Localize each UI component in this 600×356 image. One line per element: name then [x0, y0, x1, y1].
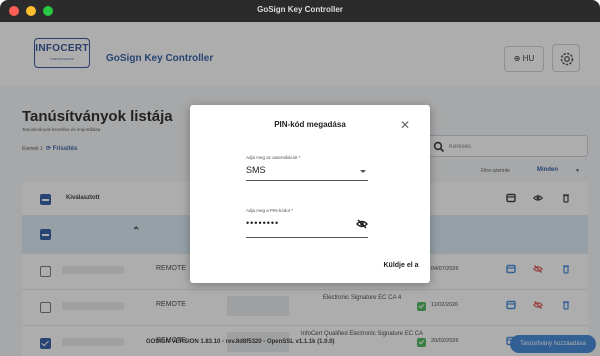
- pin-field-label: Adja meg a PIN-kódot *: [246, 208, 294, 213]
- auth-method-label: Adja meg az autentikációt *: [246, 155, 301, 160]
- eye-off-icon[interactable]: [356, 218, 368, 230]
- pin-input-underline: [246, 237, 368, 238]
- close-icon[interactable]: ✕: [400, 119, 410, 131]
- pin-input[interactable]: ••••••••: [246, 218, 279, 228]
- auth-method-select[interactable]: SMS: [246, 165, 266, 175]
- pin-dialog: PIN-kód megadása ✕ Adja meg az autentiká…: [190, 105, 430, 283]
- submit-button[interactable]: Küldje el a: [377, 258, 425, 274]
- window-titlebar: GoSign Key Controller: [0, 0, 600, 22]
- auth-method-underline: [246, 180, 368, 181]
- window-title: GoSign Key Controller: [257, 5, 343, 14]
- dialog-title: PIN-kód megadása: [274, 120, 346, 129]
- chevron-down-icon[interactable]: [360, 170, 366, 173]
